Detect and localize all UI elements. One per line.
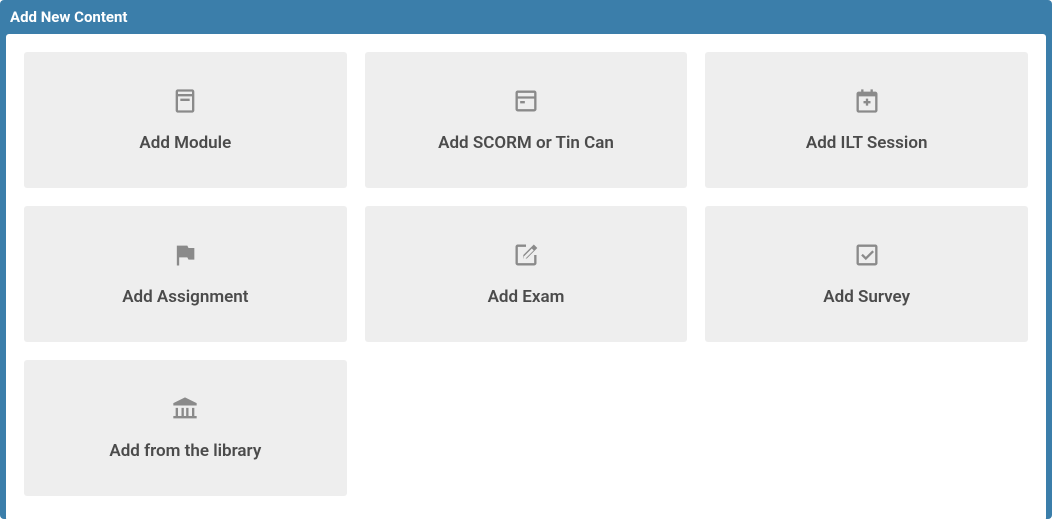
add-scorm-card[interactable]: Add SCORM or Tin Can (365, 52, 688, 188)
flag-icon (171, 241, 199, 269)
panel-body: Add Module Add SCORM or Tin Can Add ILT … (6, 34, 1046, 521)
panel-title: Add New Content (0, 0, 1052, 34)
library-icon (171, 395, 199, 423)
add-ilt-session-card[interactable]: Add ILT Session (705, 52, 1028, 188)
card-label: Add Exam (488, 287, 565, 307)
content-grid: Add Module Add SCORM or Tin Can Add ILT … (24, 52, 1028, 496)
card-label: Add Assignment (122, 287, 248, 307)
card-label: Add SCORM or Tin Can (438, 133, 614, 153)
check-square-icon (853, 241, 881, 269)
card-label: Add ILT Session (806, 133, 928, 153)
card-label: Add Survey (823, 287, 910, 307)
add-assignment-card[interactable]: Add Assignment (24, 206, 347, 342)
add-new-content-panel: Add New Content Add Module Add SCORM or … (0, 0, 1052, 519)
add-module-card[interactable]: Add Module (24, 52, 347, 188)
edit-square-icon (512, 241, 540, 269)
card-label: Add from the library (109, 441, 261, 461)
add-from-library-card[interactable]: Add from the library (24, 360, 347, 496)
add-exam-card[interactable]: Add Exam (365, 206, 688, 342)
card-label: Add Module (139, 133, 231, 153)
book-icon (171, 87, 199, 115)
add-survey-card[interactable]: Add Survey (705, 206, 1028, 342)
calendar-plus-icon (853, 87, 881, 115)
window-icon (512, 87, 540, 115)
